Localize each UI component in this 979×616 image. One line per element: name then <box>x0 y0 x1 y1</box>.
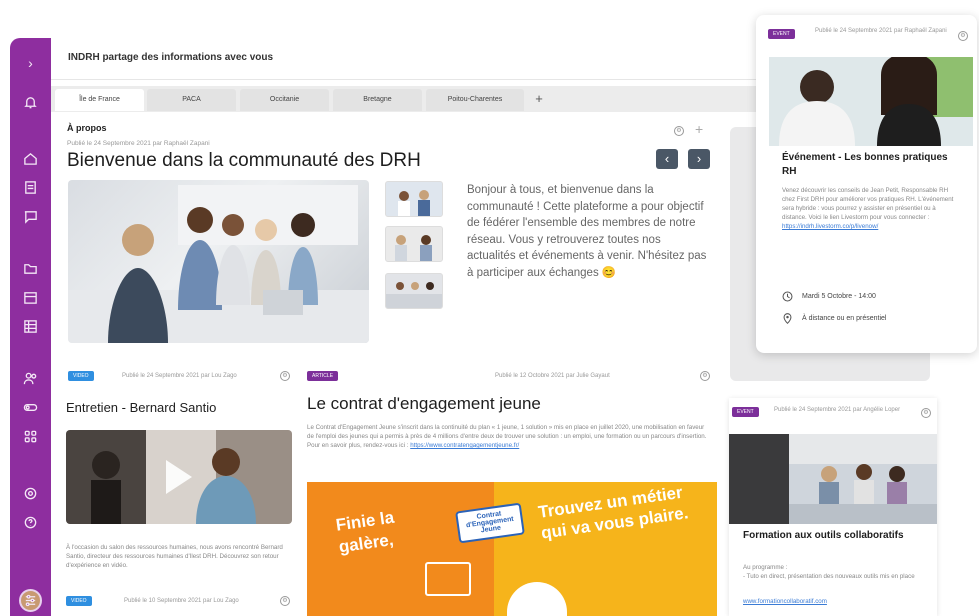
post-meta: Publié le 24 Septembre 2021 par Raphaël … <box>67 140 210 147</box>
video-badge: VIDEO <box>68 371 94 381</box>
article-link[interactable]: https://www.contratengagementjeune.fr/ <box>410 442 519 449</box>
settings-icon[interactable]: ⚙ <box>674 126 684 136</box>
post-title: Bienvenue dans la communauté des DRH <box>67 150 421 171</box>
video-meta: Publié le 24 Septembre 2021 par Lou Zago <box>122 373 237 379</box>
tab-poitou-charentes[interactable]: Poitou-Charentes <box>426 89 524 111</box>
settings-icon[interactable]: ⚙ <box>921 408 931 418</box>
users-icon[interactable] <box>10 368 51 390</box>
tab-occitanie[interactable]: Occitanie <box>240 89 329 111</box>
tab-paca[interactable]: PACA <box>147 89 236 111</box>
chat-icon[interactable] <box>10 206 51 228</box>
event-meta: Publié le 24 Septembre 2021 par Angélie … <box>774 407 901 413</box>
popup-meta: Publié le 24 Septembre 2021 par Raphaël … <box>815 28 947 34</box>
article-badge: ARTICLE <box>307 371 339 381</box>
popup-location-row: À distance ou en présentiel <box>782 313 962 325</box>
sliders-icon[interactable] <box>10 590 51 612</box>
bell-icon[interactable] <box>10 92 51 114</box>
settings-icon[interactable] <box>10 483 51 505</box>
settings-icon[interactable]: ⚙ <box>280 596 290 606</box>
video-meta-2: Publié le 10 Septembre 2021 par Lou Zago <box>124 598 239 604</box>
tab-bretagne[interactable]: Bretagne <box>333 89 422 111</box>
event-text: Au programme : - Tuto en direct, présent… <box>743 564 915 580</box>
popup-title: Événement - Les bonnes pratiques RH <box>782 152 948 177</box>
popup-photo <box>769 57 973 146</box>
expand-chevron-icon[interactable]: › <box>10 52 51 74</box>
event-popup: EVENT Publié le 24 Septembre 2021 par Ra… <box>756 15 977 353</box>
thumbnail-2[interactable] <box>385 226 443 262</box>
article-banner: Finie la galère, Contrat d'Engagement Je… <box>307 482 717 616</box>
thumbnail-1[interactable] <box>385 181 443 217</box>
video-text: À l'occasion du salon des ressources hum… <box>66 544 283 569</box>
home-icon[interactable] <box>10 148 51 170</box>
popup-location: À distance ou en présentiel <box>802 315 887 322</box>
video-title: Entretien - Bernard Santio <box>66 400 217 415</box>
next-button[interactable]: › <box>688 149 710 169</box>
popup-text: Venez découvrir les conseils de Jean Pet… <box>782 187 954 230</box>
add-tab-button[interactable]: + <box>529 90 549 108</box>
event-link[interactable]: www.formationcollaboratif.com <box>743 597 923 606</box>
article-text: Le Contrat d'Engagement Jeune s'inscrit … <box>307 424 707 449</box>
popup-link[interactable]: https://indrh.livestorm.co/p/livenow/ <box>782 223 878 230</box>
prev-button[interactable]: ‹ <box>656 149 678 169</box>
event-card[interactable]: EVENT Publié le 24 Septembre 2021 par An… <box>729 398 937 616</box>
event-badge: EVENT <box>732 407 759 417</box>
tab-ile-de-france[interactable]: Île de France <box>55 89 144 111</box>
video-thumbnail[interactable] <box>66 430 292 524</box>
image-icon <box>425 562 471 596</box>
event-photo <box>729 434 937 524</box>
location-pin-icon <box>783 313 792 324</box>
article-meta: Publié le 12 Octobre 2021 par Julie Gaya… <box>495 373 610 379</box>
video-badge-2: VIDEO <box>66 596 92 606</box>
popup-date: Mardi 5 Octobre - 14:00 <box>802 293 876 300</box>
list-icon[interactable] <box>10 316 51 338</box>
settings-icon[interactable]: ⚙ <box>700 371 710 381</box>
help-icon[interactable] <box>10 512 51 534</box>
add-icon[interactable]: + <box>695 121 703 137</box>
news-icon[interactable] <box>10 177 51 199</box>
intro-text: Bonjour à tous, et bienvenue dans la com… <box>467 184 707 279</box>
sidebar: › <box>10 38 51 616</box>
popup-date-row: Mardi 5 Octobre - 14:00 <box>782 291 962 303</box>
toggle-icon[interactable] <box>10 397 51 419</box>
event-title: Formation aux outils collaboratifs <box>743 530 904 541</box>
article-title: Le contrat d'engagement jeune <box>307 394 541 413</box>
settings-icon[interactable]: ⚙ <box>958 31 968 41</box>
page-title: INDRH partage des informations avec vous <box>68 52 274 63</box>
clock-icon <box>782 291 793 302</box>
about-card: À propos Publié le 24 Septembre 2021 par… <box>51 112 721 352</box>
section-label: À propos <box>67 123 107 133</box>
apps-icon[interactable] <box>10 426 51 448</box>
calendar-icon[interactable] <box>10 287 51 309</box>
folder-icon[interactable] <box>10 258 51 280</box>
popup-badge: EVENT <box>768 29 795 39</box>
team-photo <box>68 180 369 343</box>
banner-left-text: Finie la galère, <box>334 507 396 557</box>
settings-icon[interactable]: ⚙ <box>280 371 290 381</box>
thumbnail-3[interactable] <box>385 273 443 309</box>
